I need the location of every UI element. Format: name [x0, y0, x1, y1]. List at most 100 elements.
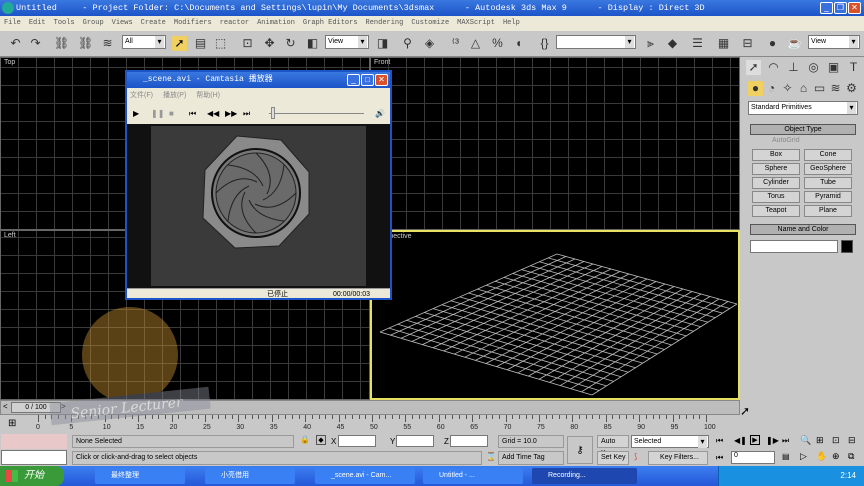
systems-icon[interactable]: ⚙: [844, 81, 859, 96]
menu-modifiers[interactable]: Modifiers: [174, 19, 212, 27]
time-config-icon[interactable]: ▤: [782, 452, 790, 461]
scale-icon[interactable]: ◧: [305, 36, 320, 51]
seek-thumb[interactable]: [271, 107, 275, 119]
render-scene-icon[interactable]: ☕: [787, 36, 802, 51]
set-key-button[interactable]: Set Key: [597, 451, 629, 465]
object-name-input[interactable]: [750, 240, 838, 253]
go-to-start-icon[interactable]: ⏮: [716, 436, 723, 446]
time-tag-icon[interactable]: ⌛: [486, 452, 496, 461]
set-key-big-button[interactable]: ⚷: [567, 436, 593, 464]
select-object-icon[interactable]: ➚: [172, 36, 187, 51]
object-color-swatch[interactable]: [841, 240, 853, 253]
viewport-front[interactable]: Front: [370, 57, 740, 230]
keyboard-shortcut-icon[interactable]: ◈: [422, 36, 437, 51]
player-maximize-button[interactable]: □: [361, 74, 374, 86]
taskbar-item-recording[interactable]: Recording...: [532, 468, 637, 484]
skip-start-icon[interactable]: ⏮: [189, 104, 196, 123]
redo-icon[interactable]: ↷: [28, 36, 43, 51]
spacewarps-icon[interactable]: ≋: [828, 81, 843, 96]
player-menu-file[interactable]: 文件(F): [130, 92, 153, 99]
motion-tab-icon[interactable]: ◎: [806, 60, 821, 75]
ref-coord-dropdown[interactable]: View: [325, 35, 369, 49]
align-icon[interactable]: ◆: [665, 36, 680, 51]
pan-icon[interactable]: ✋: [816, 451, 827, 462]
window-crossing-icon[interactable]: ⊡: [240, 36, 255, 51]
mirror-icon[interactable]: ⫸: [643, 36, 658, 51]
close-button[interactable]: ✕: [848, 2, 861, 14]
spinner-snap-icon[interactable]: ◖: [511, 36, 526, 51]
time-slider-thumb[interactable]: 0 / 100: [11, 402, 61, 413]
minimize-button[interactable]: _: [820, 2, 833, 14]
rect-selection-icon[interactable]: ⬚: [213, 36, 228, 51]
cameras-icon[interactable]: ⌂: [796, 81, 811, 96]
key-tangent-icon[interactable]: ⟆: [634, 452, 637, 461]
mini-curve-editor-icon[interactable]: ⊞: [8, 418, 16, 429]
stop-icon[interactable]: ■: [169, 104, 174, 123]
player-menu-play[interactable]: 播放(P): [163, 92, 186, 99]
viewport-label[interactable]: Top: [4, 59, 15, 66]
play-icon[interactable]: ▶: [133, 104, 139, 123]
menu-help[interactable]: Help: [503, 19, 520, 27]
move-icon[interactable]: ✥: [262, 36, 277, 51]
layer-manager-icon[interactable]: ☰: [690, 36, 705, 51]
current-frame-input[interactable]: 0: [731, 451, 775, 464]
prev-key-icon[interactable]: ◀❚: [734, 436, 747, 445]
menu-edit[interactable]: Edit: [29, 19, 46, 27]
player-menu-help[interactable]: 帮助(H): [196, 92, 220, 99]
maxscript-listener[interactable]: [1, 434, 67, 449]
menu-maxscript[interactable]: MAXScript: [457, 19, 495, 27]
play-animation-icon[interactable]: ▶: [750, 435, 760, 445]
time-slider[interactable]: < 0 / 100 >: [0, 400, 740, 415]
field-of-view-icon[interactable]: ▷: [800, 451, 807, 462]
z-coordinate-input[interactable]: [450, 435, 488, 447]
helpers-icon[interactable]: ▭: [812, 81, 827, 96]
viewport-label[interactable]: Left: [4, 232, 16, 239]
maximize-button[interactable]: ❐: [834, 2, 847, 14]
torus-button[interactable]: Torus: [752, 191, 800, 203]
snap-icon[interactable]: ⁽³: [448, 36, 463, 51]
geosphere-button[interactable]: GeoSphere: [804, 163, 852, 175]
auto-key-button[interactable]: Auto Key: [597, 435, 629, 457]
create-tab-icon[interactable]: ➚: [746, 60, 761, 75]
lock-icon[interactable]: 🔒: [300, 435, 310, 444]
key-mode-dropdown[interactable]: Selected: [631, 435, 709, 448]
prev-frame-arrow[interactable]: <: [3, 402, 8, 411]
viewport-label[interactable]: Front: [374, 59, 390, 66]
cylinder-button[interactable]: Cylinder: [752, 177, 800, 189]
taskbar-item-folder1[interactable]: 最终整理: [95, 468, 185, 484]
object-type-rollout[interactable]: Object Type: [750, 124, 856, 135]
seek-slider[interactable]: [269, 113, 364, 114]
curve-editor-icon[interactable]: ▦: [716, 36, 731, 51]
undo-icon[interactable]: ↶: [8, 36, 23, 51]
sphere-button[interactable]: Sphere: [752, 163, 800, 175]
name-color-rollout[interactable]: Name and Color: [750, 224, 856, 235]
player-minimize-button[interactable]: _: [347, 74, 360, 86]
cone-button[interactable]: Cone: [804, 149, 852, 161]
menu-animation[interactable]: Animation: [257, 19, 295, 27]
maximize-viewport-icon[interactable]: ⧉: [848, 451, 854, 462]
add-time-tag-button[interactable]: Add Time Tag: [498, 451, 564, 465]
unlink-icon[interactable]: ⛓: [78, 36, 93, 51]
y-coordinate-input[interactable]: [396, 435, 434, 447]
key-filters-button[interactable]: Key Filters...: [648, 451, 708, 465]
taskbar-item-3dsmax[interactable]: Untitled - ...: [423, 468, 523, 484]
fast-forward-icon[interactable]: ▶▶: [225, 104, 237, 123]
zoom-all-icon[interactable]: ⊞: [816, 435, 824, 446]
menu-customize[interactable]: Customize: [411, 19, 449, 27]
angle-snap-icon[interactable]: △: [468, 36, 483, 51]
zoom-extents-icon[interactable]: ⊡: [832, 435, 840, 446]
menu-graph-editors[interactable]: Graph Editors: [303, 19, 358, 27]
menu-tools[interactable]: Tools: [54, 19, 75, 27]
menu-views[interactable]: Views: [112, 19, 133, 27]
display-tab-icon[interactable]: ▣: [826, 60, 841, 75]
selection-filter-dropdown[interactable]: All: [122, 35, 166, 49]
edit-named-sel-icon[interactable]: {}: [537, 36, 552, 51]
bind-space-warp-icon[interactable]: ≋: [100, 36, 115, 51]
menu-rendering[interactable]: Rendering: [366, 19, 404, 27]
zoom-icon[interactable]: 🔍: [800, 435, 811, 446]
render-type-dropdown[interactable]: View: [808, 35, 860, 49]
plane-button[interactable]: Plane: [804, 205, 852, 217]
tube-button[interactable]: Tube: [804, 177, 852, 189]
x-coordinate-input[interactable]: [338, 435, 376, 447]
taskbar-item-folder2[interactable]: 小亮借用: [205, 468, 295, 484]
